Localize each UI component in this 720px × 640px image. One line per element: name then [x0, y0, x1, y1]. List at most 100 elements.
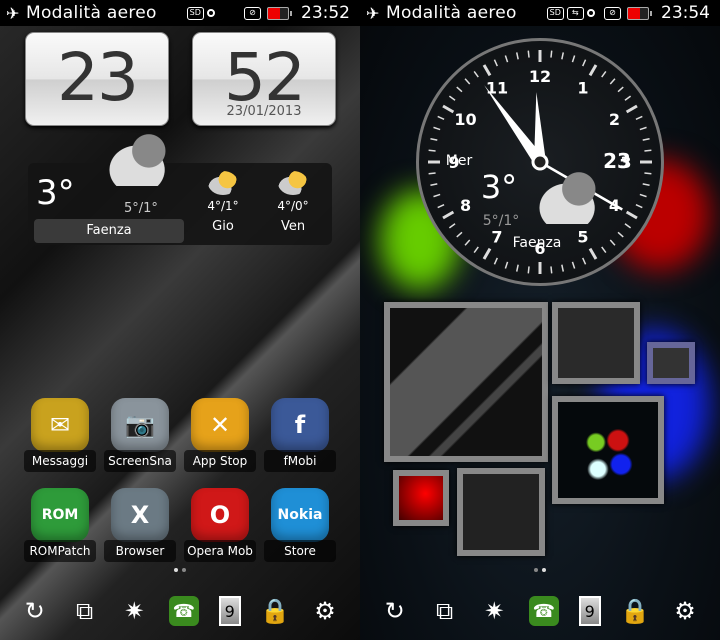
- paint-splash-tile[interactable]: [457, 468, 545, 556]
- clock-tick: [624, 95, 632, 101]
- clock-number: 11: [486, 79, 508, 98]
- clock-number: 7: [491, 227, 502, 246]
- brightness-auto-icon[interactable]: ✷: [479, 596, 509, 626]
- clock-tick: [617, 86, 624, 93]
- flip-clock-hour[interactable]: 23: [25, 32, 169, 126]
- clock-temp: 3°: [480, 168, 518, 206]
- app-opera-mob[interactable]: O Opera Mob: [184, 488, 256, 572]
- sd-icon: SD: [186, 6, 204, 20]
- clock-tick: [582, 257, 587, 265]
- battery-9-icon[interactable]: 9: [578, 596, 601, 626]
- weather-widget[interactable]: 3° 5°/1° Faenza 4°/1° Gio 4°/0° Ven: [28, 163, 332, 245]
- city-button[interactable]: Faenza: [34, 219, 184, 243]
- wallpaper-tile[interactable]: [384, 302, 548, 462]
- app-label: Browser: [104, 540, 176, 562]
- status-bar[interactable]: ✈ Modalità aereo SD ⇆ ⊘ 23:54: [360, 0, 720, 26]
- clock-tick: [428, 149, 436, 152]
- app-app-stop[interactable]: ✕ App Stop: [184, 398, 256, 482]
- apps-swap-icon[interactable]: ⧉: [430, 596, 460, 626]
- clock-tick: [609, 78, 616, 85]
- clock-tick: [448, 95, 456, 101]
- forecast-day: 4°/0° Ven: [268, 171, 318, 234]
- clock-tick: [442, 104, 455, 114]
- app-store[interactable]: Nokia Store: [264, 488, 336, 572]
- clock-tick: [464, 239, 471, 246]
- airplane-icon: ✈: [366, 3, 380, 23]
- app-browser[interactable]: X Browser: [104, 488, 176, 572]
- clock-tick: [639, 126, 647, 131]
- mode-label: Modalità aereo: [386, 3, 517, 23]
- app-icon: ✉: [31, 398, 89, 452]
- clock-tick: [639, 193, 647, 198]
- clock-tick: [601, 70, 607, 78]
- clock-tick: [442, 210, 455, 220]
- clock-tick: [550, 50, 553, 58]
- clock-tick: [588, 64, 598, 77]
- clock-tick: [430, 183, 438, 187]
- rain-sun-icon: [208, 171, 238, 195]
- flip-clock-minute[interactable]: 52 23/01/2013: [192, 32, 336, 126]
- hour-digits: 23: [57, 39, 139, 116]
- home-screen-left: ✈ Modalità aereo SD ⊘ 23:52 23 52 23/01/20…: [0, 0, 360, 640]
- silent-icon: ⊘: [244, 6, 261, 20]
- clock-hub: [531, 153, 549, 171]
- call-icon[interactable]: ☎: [528, 596, 559, 626]
- splash-tile[interactable]: [552, 302, 640, 384]
- clock-tick: [473, 70, 479, 78]
- cloudy-night-icon: [102, 132, 180, 186]
- forecast-day: 4°/1° Gio: [198, 171, 248, 234]
- forecast-range: 4°/0°: [277, 199, 309, 213]
- clock-tick: [433, 193, 441, 198]
- clock-tick: [601, 246, 607, 254]
- lock-icon[interactable]: 🔒: [620, 596, 650, 626]
- status-bar[interactable]: ✈ Modalità aereo SD ⊘ 23:52: [0, 0, 360, 26]
- home-screen-right: ✈ Modalità aereo SD⇆ ⊘23:54 121234567891…: [360, 0, 720, 640]
- battery-low-icon: [627, 6, 652, 20]
- clock-tick: [642, 137, 650, 141]
- app-label: App Stop: [184, 450, 256, 472]
- clock-tick: [527, 50, 530, 58]
- app-icon: X: [111, 488, 169, 542]
- forecast-day-label: Ven: [280, 219, 306, 234]
- app-label: ROMPatch: [24, 540, 96, 562]
- clock-tick: [515, 264, 519, 272]
- app-messaggi[interactable]: ✉ Messaggi: [24, 398, 96, 482]
- switch-icon[interactable]: ↻: [20, 596, 50, 626]
- clock-tick: [493, 257, 498, 265]
- clock-tick: [464, 78, 471, 85]
- app-fmobi[interactable]: f fMobi: [264, 398, 336, 482]
- lights-tile[interactable]: [552, 396, 664, 504]
- app-label: ScreenSna: [104, 450, 176, 472]
- settings-gear-icon[interactable]: ⚙: [670, 596, 700, 626]
- clock-tick: [571, 261, 576, 269]
- call-icon[interactable]: ☎: [168, 596, 199, 626]
- analog-clock-widget[interactable]: 121234567891011 Mer 23 3° 5°/1° Faenza: [416, 38, 664, 286]
- clock-tick: [609, 239, 616, 246]
- clock-tick: [571, 55, 576, 63]
- clock-tick: [588, 247, 598, 260]
- clock-tick: [456, 231, 463, 238]
- app-screensna[interactable]: 📷 ScreenSna: [104, 398, 176, 482]
- apps-swap-icon[interactable]: ⧉: [70, 596, 100, 626]
- page-indicator: [174, 568, 186, 572]
- today-range: 5°/1°: [124, 201, 158, 216]
- switch-icon[interactable]: ↻: [380, 596, 410, 626]
- clock-tick: [493, 59, 498, 67]
- settings-gear-icon[interactable]: ⚙: [310, 596, 340, 626]
- clock-tick: [482, 247, 492, 260]
- app-icon: 📷: [111, 398, 169, 452]
- app-rompatch[interactable]: ROM ROMPatch: [24, 488, 96, 572]
- silent-icon: ⊘: [604, 6, 621, 20]
- brightness-auto-icon[interactable]: ✷: [119, 596, 149, 626]
- airplane-icon: ✈: [6, 3, 20, 23]
- clock-number: 2: [609, 110, 620, 129]
- maze-tile[interactable]: [647, 342, 695, 384]
- lock-icon[interactable]: 🔒: [260, 596, 290, 626]
- clock-tick: [437, 204, 445, 209]
- clock-tick: [644, 172, 652, 175]
- red-pattern-tile[interactable]: [393, 470, 449, 526]
- day-label: Mer: [445, 153, 473, 169]
- battery-9-icon[interactable]: 9: [218, 596, 241, 626]
- clock-tick: [527, 266, 530, 274]
- forecast-range: 4°/1°: [207, 199, 239, 213]
